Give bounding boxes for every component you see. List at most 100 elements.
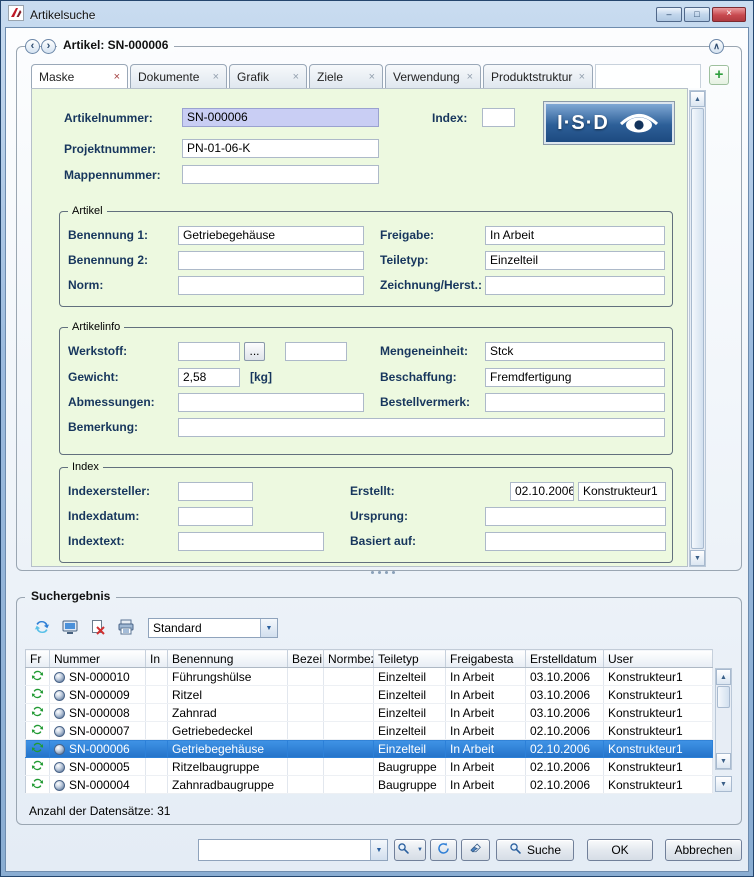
indexersteller-label: Indexersteller:: [68, 484, 150, 498]
footer-combobox-value: [199, 840, 370, 860]
tab-grafik[interactable]: Grafik×: [229, 64, 307, 88]
next-article-button[interactable]: ›: [41, 39, 56, 54]
column-header-erstelldatum[interactable]: Erstelldatum: [526, 650, 604, 668]
tab-close-icon[interactable]: ×: [363, 71, 375, 83]
footer-combobox[interactable]: ▼: [198, 839, 388, 861]
minimize-button[interactable]: –: [656, 7, 682, 22]
abmessungen-label: Abmessungen:: [68, 395, 155, 409]
column-header-freigabestatus[interactable]: Freigabesta: [446, 650, 526, 668]
result-list-combobox[interactable]: Standard ▼: [148, 618, 278, 638]
clear-fields-button[interactable]: [461, 839, 490, 861]
tab-verwendung[interactable]: Verwendung×: [385, 64, 481, 88]
results-table: Fr Nummer In Benennung Bezei Normbezei T…: [25, 649, 713, 794]
refresh-results-button[interactable]: [29, 616, 55, 640]
scroll-thumb[interactable]: [717, 686, 730, 708]
fieldset-artikelinfo: Artikelinfo Werkstoff: ... Mengeneinheit…: [59, 327, 673, 455]
norm-field[interactable]: [178, 276, 364, 295]
table-row[interactable]: SN-000008 Zahnrad Einzelteil In Arbeit 0…: [26, 704, 713, 722]
collapse-button[interactable]: ∧: [709, 39, 724, 54]
benennung2-field[interactable]: [178, 251, 364, 270]
beschaffung-field[interactable]: Fremdfertigung: [485, 368, 665, 387]
tab-ziele[interactable]: Ziele×: [309, 64, 383, 88]
gewicht-field[interactable]: 2,58: [178, 368, 240, 387]
column-header-teiletyp[interactable]: Teiletyp: [374, 650, 446, 668]
freigabe-field[interactable]: In Arbeit: [485, 226, 665, 245]
benennung1-label: Benennung 1:: [68, 228, 148, 242]
mappennummer-field[interactable]: [182, 165, 379, 184]
table-row[interactable]: SN-000007 Getriebedeckel Einzelteil In A…: [26, 722, 713, 740]
table-row[interactable]: SN-000004 Zahnradbaugruppe Baugruppe In …: [26, 776, 713, 794]
werkstoff-browse-button[interactable]: ...: [244, 342, 265, 361]
titlebar[interactable]: Artikelsuche – □ ×: [2, 2, 752, 27]
prev-article-button[interactable]: ‹: [25, 39, 40, 54]
splitter-handle[interactable]: [353, 569, 413, 575]
artikelnummer-field[interactable]: SN-000006: [182, 108, 379, 127]
scroll-page-down-button[interactable]: ▼: [715, 776, 732, 792]
print-result-button[interactable]: [113, 616, 139, 640]
column-header-nummer[interactable]: Nummer: [50, 650, 146, 668]
abbrechen-button[interactable]: Abbrechen: [665, 839, 742, 861]
erstellt-user-field[interactable]: Konstrukteur1: [578, 482, 666, 501]
indextext-field[interactable]: [178, 532, 324, 551]
benennung1-field[interactable]: Getriebegehäuse: [178, 226, 364, 245]
add-tab-button[interactable]: +: [709, 65, 729, 85]
indexersteller-field[interactable]: [178, 482, 253, 501]
table-row[interactable]: SN-000010 Führungshülse Einzelteil In Ar…: [26, 668, 713, 686]
ok-button[interactable]: OK: [587, 839, 653, 861]
refresh-button[interactable]: [430, 839, 457, 861]
bemerkung-field[interactable]: [178, 418, 665, 437]
abmessungen-field[interactable]: [178, 393, 364, 412]
bestellvermerk-field[interactable]: [485, 393, 665, 412]
column-header-bezeichnung[interactable]: Bezei: [288, 650, 324, 668]
ok-button-label: OK: [611, 843, 628, 857]
werkstoff-field[interactable]: [178, 342, 240, 361]
artikelsuche-window: Artikelsuche – □ × ‹ › Artikel: SN-00000…: [0, 0, 754, 877]
search-icon: [509, 842, 522, 858]
quick-search-button[interactable]: ▼: [394, 839, 426, 861]
zeichnung-field[interactable]: [485, 276, 665, 295]
column-header-user[interactable]: User: [604, 650, 713, 668]
column-header-fr[interactable]: Fr: [26, 650, 50, 668]
index-field[interactable]: [482, 108, 515, 127]
erstellt-label: Erstellt:: [350, 484, 395, 498]
form-scrollbar[interactable]: ▲ ▼: [689, 90, 706, 567]
scroll-thumb[interactable]: [691, 108, 704, 549]
scroll-up-button[interactable]: ▲: [690, 91, 705, 107]
abbrechen-button-label: Abbrechen: [674, 843, 732, 857]
scroll-down-button[interactable]: ▼: [716, 753, 731, 769]
column-header-normbezeichnung[interactable]: Normbezei: [324, 650, 374, 668]
mengeneinheit-field[interactable]: Stck: [485, 342, 665, 361]
table-row[interactable]: SN-000005 Ritzelbaugruppe Baugruppe In A…: [26, 758, 713, 776]
indexdatum-field[interactable]: [178, 507, 253, 526]
werkstoff2-field[interactable]: [285, 342, 347, 361]
part-icon: [54, 708, 65, 719]
record-count: Anzahl der Datensätze: 31: [29, 804, 170, 818]
table-header-row: Fr Nummer In Benennung Bezei Normbezei T…: [26, 650, 713, 668]
projektnummer-field[interactable]: PN-01-06-K: [182, 139, 379, 158]
close-button[interactable]: ×: [712, 7, 746, 22]
scroll-up-button[interactable]: ▲: [716, 669, 731, 685]
maximize-button[interactable]: □: [684, 7, 710, 22]
table-row[interactable]: SN-000009 Ritzel Einzelteil In Arbeit 03…: [26, 686, 713, 704]
table-row-selected[interactable]: SN-000006 Getriebegehäuse Einzelteil In …: [26, 740, 713, 758]
basiert-auf-field[interactable]: [485, 532, 666, 551]
tab-maske[interactable]: Maske×: [31, 64, 128, 88]
results-scrollbar[interactable]: ▲ ▼: [715, 668, 732, 770]
tab-close-icon[interactable]: ×: [108, 71, 120, 83]
suche-button[interactable]: Suche: [496, 839, 574, 861]
erstellt-field[interactable]: 02.10.2006: [510, 482, 574, 501]
status-icon: [31, 761, 44, 775]
tab-produktstruktur[interactable]: Produktstruktur×: [483, 64, 593, 88]
tab-close-icon[interactable]: ×: [207, 71, 219, 83]
teiletyp-field[interactable]: Einzelteil: [485, 251, 665, 270]
column-header-benennung[interactable]: Benennung: [168, 650, 288, 668]
tab-close-icon[interactable]: ×: [573, 71, 585, 83]
scroll-down-button[interactable]: ▼: [690, 550, 705, 566]
tab-close-icon[interactable]: ×: [461, 71, 473, 83]
transfer-result-button[interactable]: [57, 616, 83, 640]
tab-close-icon[interactable]: ×: [287, 71, 299, 83]
ursprung-field[interactable]: [485, 507, 666, 526]
column-header-index[interactable]: In: [146, 650, 168, 668]
clear-result-button[interactable]: [85, 616, 111, 640]
tab-dokumente[interactable]: Dokumente×: [130, 64, 227, 88]
